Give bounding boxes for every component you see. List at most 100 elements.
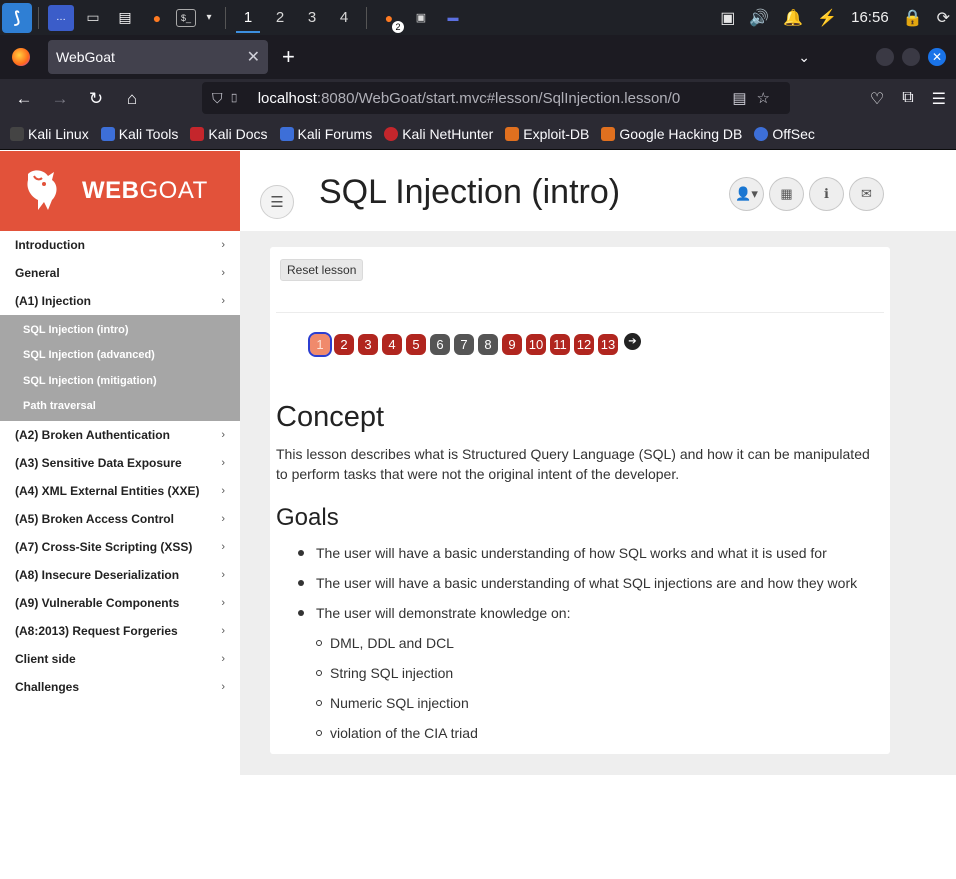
sidebar-cat-sensitive-data[interactable]: (A3) Sensitive Data Exposure ›: [0, 449, 240, 477]
chevron-right-icon: ›: [221, 457, 225, 469]
terminal-launcher-icon[interactable]: $_: [176, 8, 196, 27]
workspace-3[interactable]: 3: [296, 0, 328, 35]
sidebar-cat-broken-auth[interactable]: (A2) Broken Authentication ›: [0, 421, 240, 449]
browser-tab[interactable]: WebGoat ✕: [48, 40, 268, 74]
terminal-window-button[interactable]: ▣: [408, 5, 434, 31]
list-item: String SQL injection: [316, 658, 876, 688]
webgoat-brand[interactable]: WEBGOAT: [0, 151, 240, 231]
back-icon[interactable]: ←: [6, 89, 42, 109]
url-bar[interactable]: ⛉▯ localhost:8080/WebGoat/start.mvc#less…: [202, 82, 790, 114]
app-menu-icon[interactable]: ☰: [932, 89, 946, 109]
sidebar-cat-challenges[interactable]: Challenges ›: [0, 673, 240, 701]
lesson-page-10[interactable]: 10: [526, 334, 546, 355]
lesson-page-9[interactable]: 9: [502, 334, 522, 355]
contact-mail-icon[interactable]: ✉: [849, 177, 884, 211]
sidebar-cat-deserialization[interactable]: (A8) Insecure Deserialization ›: [0, 561, 240, 589]
exploit-db-icon: [505, 127, 520, 141]
pocket-icon[interactable]: ♡: [870, 89, 884, 109]
bookmark-offsec[interactable]: OffSec: [754, 126, 815, 142]
lesson-path-traversal[interactable]: Path traversal: [0, 394, 240, 420]
text-editor-icon[interactable]: ▤: [112, 5, 138, 31]
home-icon[interactable]: ⌂: [114, 89, 150, 109]
maximize-window-button[interactable]: [902, 48, 920, 66]
workspace-1[interactable]: 1: [232, 0, 264, 35]
lesson-page-12[interactable]: 12: [574, 334, 594, 355]
desktop-icon[interactable]: …: [48, 4, 74, 31]
bookmark-kali-linux[interactable]: Kali Linux: [10, 126, 89, 142]
lesson-page-11[interactable]: 11: [550, 334, 570, 355]
kali-dragon-icon: [10, 127, 24, 141]
ghdb-icon: [601, 127, 616, 141]
reader-bookmark-icons[interactable]: ▤☆: [732, 89, 780, 107]
lesson-page-4[interactable]: 4: [382, 334, 402, 355]
extensions-icon[interactable]: ⧉: [902, 89, 913, 109]
lesson-page-2[interactable]: 2: [334, 334, 354, 355]
chevron-right-icon: ›: [221, 239, 225, 251]
taskbar-separator: [366, 6, 367, 29]
taskbar-separator: [225, 6, 226, 29]
display-icon[interactable]: ▣: [720, 8, 735, 28]
lesson-sql-injection-mitigation[interactable]: SQL Injection (mitigation): [0, 368, 240, 394]
forward-icon[interactable]: →: [42, 89, 78, 109]
clock[interactable]: 16:56: [851, 9, 889, 26]
lesson-page-3[interactable]: 3: [358, 334, 378, 355]
firefox-launcher-icon[interactable]: ●: [144, 5, 170, 31]
lesson-page-nav: 1 2 3 4 5 6 7 8 9 10 11 12 13 ➔: [308, 332, 641, 357]
chevron-right-icon: ›: [221, 267, 225, 279]
sidebar-cat-xxe[interactable]: (A4) XML External Entities (XXE) ›: [0, 477, 240, 505]
notifications-icon[interactable]: 🔔: [783, 8, 803, 28]
bookmark-google-hacking-db[interactable]: Google Hacking DB: [601, 126, 742, 142]
reset-lesson-button[interactable]: Reset lesson: [280, 259, 364, 281]
sidebar-cat-request-forgeries[interactable]: (A8:2013) Request Forgeries ›: [0, 617, 240, 645]
file-manager-icon[interactable]: ▭: [80, 5, 106, 31]
lesson-page-1[interactable]: 1: [308, 332, 332, 357]
lesson-page-7[interactable]: 7: [454, 334, 474, 355]
user-menu-icon[interactable]: 👤▾: [729, 177, 764, 211]
sidebar-cat-injection[interactable]: (A1) Injection ›: [0, 287, 240, 315]
new-tab-icon[interactable]: +: [282, 44, 295, 70]
volume-icon[interactable]: 🔊: [749, 8, 769, 28]
list-tabs-icon[interactable]: ⌄: [798, 49, 810, 66]
bookmark-kali-forums[interactable]: Kali Forums: [279, 126, 372, 142]
sidebar-cat-general[interactable]: General ›: [0, 259, 240, 287]
workspace-4[interactable]: 4: [328, 0, 360, 35]
close-window-button[interactable]: ✕: [928, 48, 946, 66]
report-card-icon[interactable]: ▦: [769, 177, 804, 211]
lesson-page-8[interactable]: 8: [478, 334, 498, 355]
lesson-card: Reset lesson 1 2 3 4 5 6 7 8 9 10 11 12 …: [270, 247, 890, 754]
logout-icon[interactable]: ⟳: [937, 8, 950, 28]
about-info-icon[interactable]: ℹ: [809, 177, 844, 211]
sidebar-cat-access-control[interactable]: (A5) Broken Access Control ›: [0, 505, 240, 533]
concept-heading: Concept: [276, 401, 385, 433]
firefox-view-icon[interactable]: [12, 48, 30, 66]
workspace-2[interactable]: 2: [264, 0, 296, 35]
menu-toggle-icon[interactable]: ☰: [260, 185, 294, 219]
kali-menu-icon[interactable]: ⟆: [2, 2, 32, 33]
lesson-page-6[interactable]: 6: [430, 334, 450, 355]
tracking-protection-icon[interactable]: ⛉▯: [212, 90, 246, 107]
lesson-sql-injection-advanced[interactable]: SQL Injection (advanced): [0, 343, 240, 369]
bookmark-exploit-db[interactable]: Exploit-DB: [505, 126, 589, 142]
reload-icon[interactable]: ↻: [78, 89, 114, 109]
lesson-page-5[interactable]: 5: [406, 334, 426, 355]
bookmark-kali-docs[interactable]: Kali Docs: [190, 126, 268, 142]
firefox-window-button[interactable]: ● 2: [376, 5, 404, 33]
lesson-page-13[interactable]: 13: [598, 334, 618, 355]
close-tab-icon[interactable]: ✕: [247, 47, 260, 67]
sidebar-cat-vulnerable-components[interactable]: (A9) Vulnerable Components ›: [0, 589, 240, 617]
lesson-sql-injection-intro[interactable]: SQL Injection (intro): [0, 317, 240, 343]
minimize-window-button[interactable]: [876, 48, 894, 66]
sidebar-cat-introduction[interactable]: Introduction ›: [0, 231, 240, 259]
launcher-dropdown-icon[interactable]: ▾: [202, 5, 216, 31]
sidebar-cat-xss[interactable]: (A7) Cross-Site Scripting (XSS) ›: [0, 533, 240, 561]
chevron-right-icon: ›: [221, 541, 225, 553]
sidebar-cat-client-side[interactable]: Client side ›: [0, 645, 240, 673]
bookmark-kali-tools[interactable]: Kali Tools: [100, 126, 178, 142]
next-page-arrow-icon[interactable]: ➔: [624, 333, 641, 350]
desktop-window-button[interactable]: ▬: [440, 5, 466, 31]
power-icon[interactable]: ⚡: [817, 8, 837, 28]
bullet-icon: [298, 610, 304, 616]
circle-bullet-icon: [316, 730, 322, 736]
lock-icon[interactable]: 🔒: [903, 8, 923, 28]
bookmark-kali-nethunter[interactable]: Kali NetHunter: [384, 126, 493, 142]
